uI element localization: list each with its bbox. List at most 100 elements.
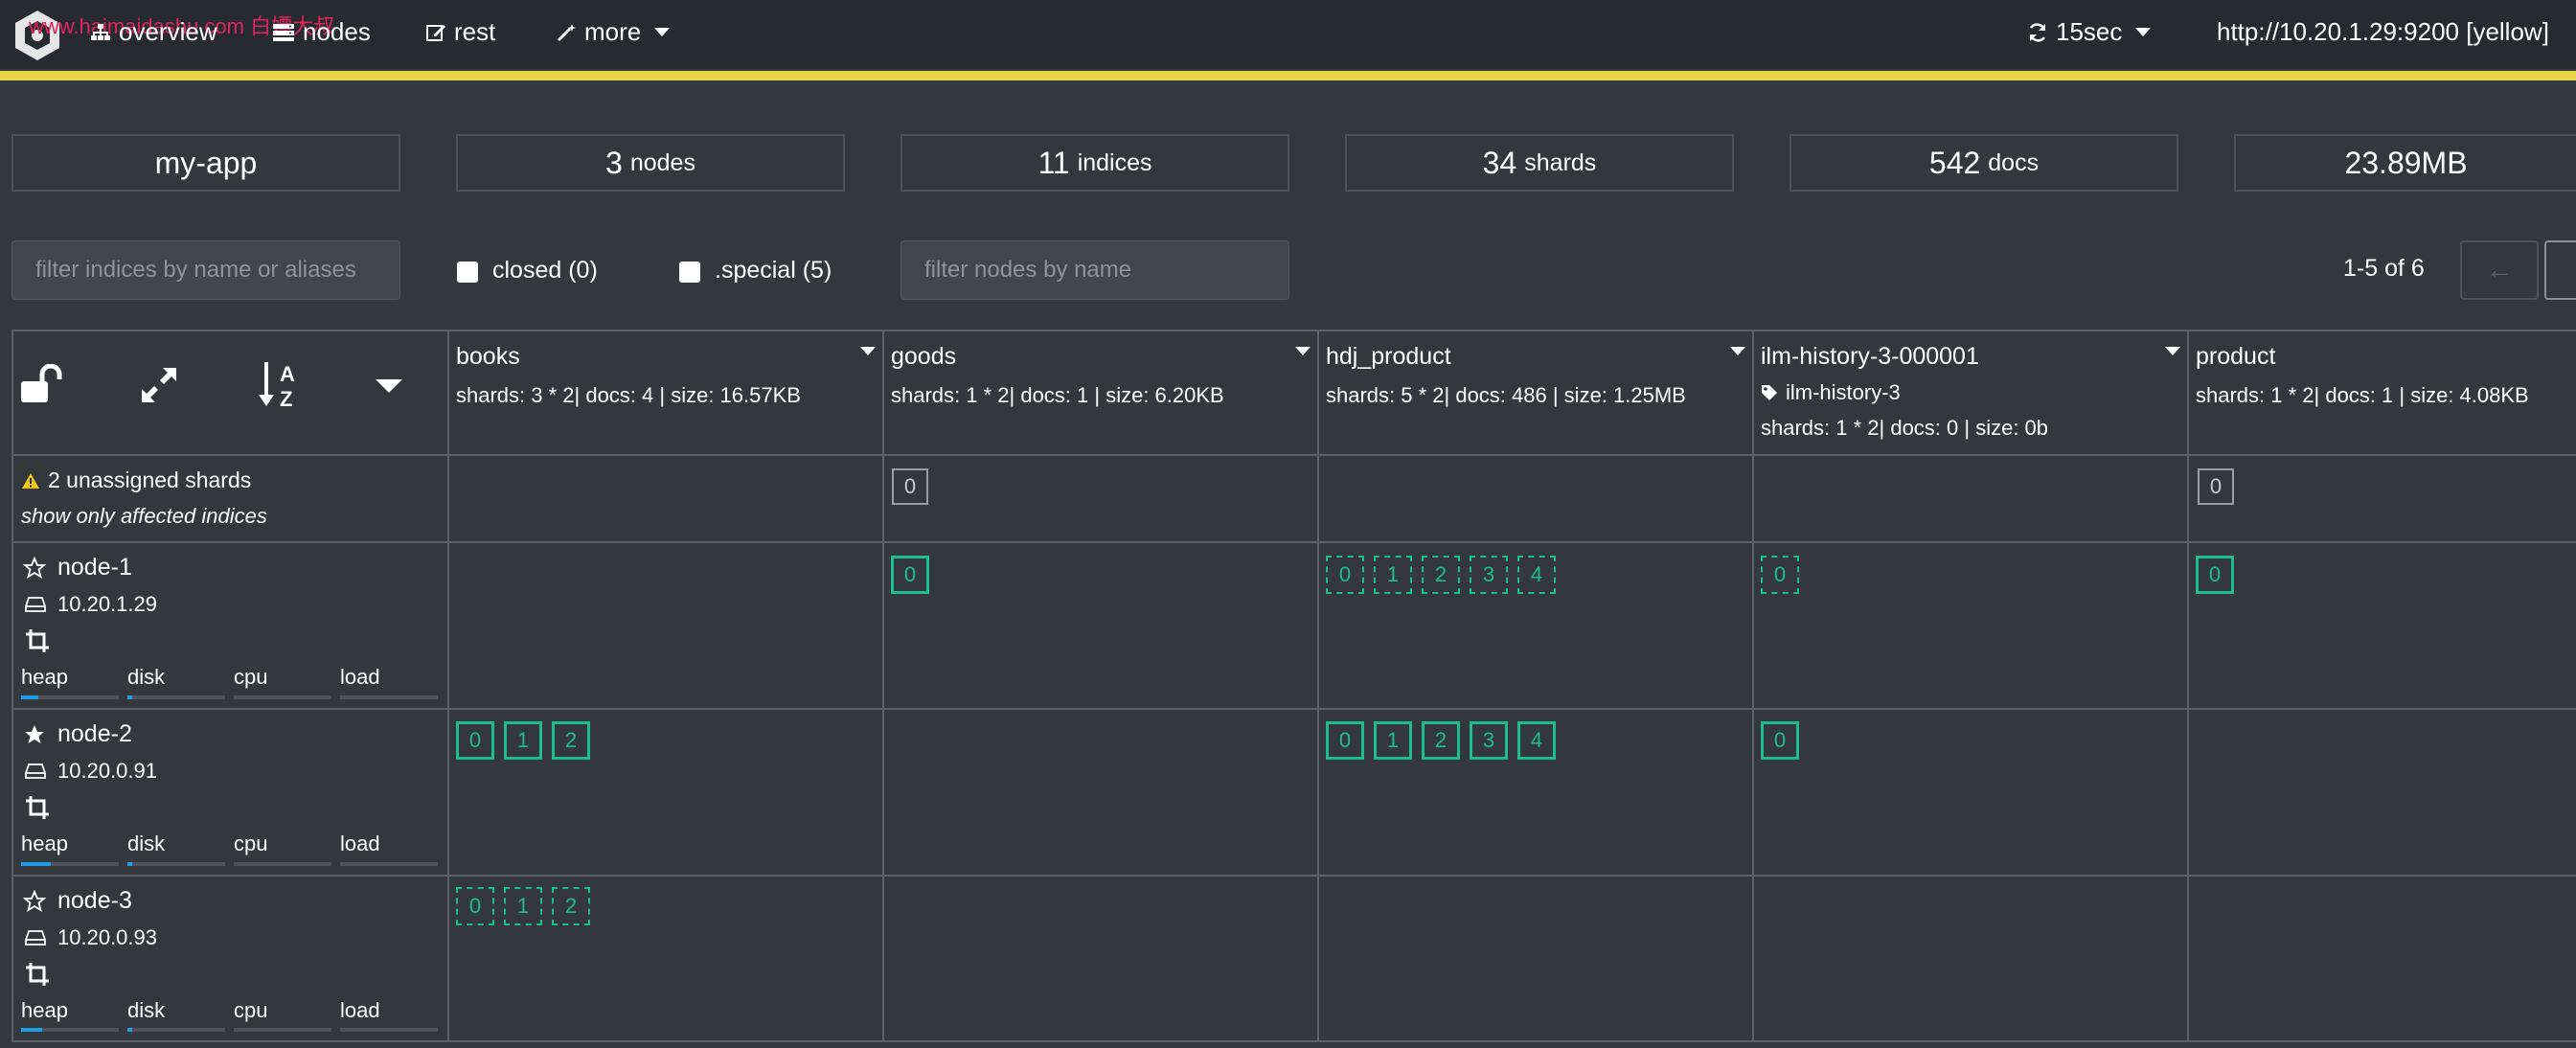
shard-replica[interactable]: 0 — [1761, 556, 1799, 594]
node-1-name[interactable]: node-1 — [23, 554, 132, 581]
nav-overview-label: overview — [119, 17, 217, 46]
tag-icon — [1762, 385, 1777, 400]
crop-icon[interactable] — [25, 962, 50, 987]
filter-indices-input[interactable]: filter indices by name or aliases — [11, 240, 400, 300]
node-2-ip: 10.20.0.91 — [25, 759, 157, 784]
node-3-ip: 10.20.0.93 — [25, 925, 157, 950]
shard-replica[interactable]: 1 — [504, 887, 542, 925]
unassigned-shards-text: 2 unassigned shards — [48, 467, 252, 492]
closed-checkbox-label: closed (0) — [492, 257, 598, 284]
expand-icon[interactable] — [138, 364, 180, 406]
hdd-icon — [25, 930, 46, 945]
metric-heap-label: heap — [21, 665, 68, 689]
refresh-interval-dropdown[interactable]: 15sec — [2027, 17, 2152, 47]
star-filled-icon — [25, 724, 44, 743]
index-menu-goods-icon[interactable] — [1295, 347, 1311, 355]
grid-line — [11, 454, 2576, 456]
heap-bar — [21, 1028, 119, 1032]
load-bar — [340, 862, 438, 866]
metric-disk-label: disk — [127, 832, 166, 855]
grid-line — [2187, 331, 2189, 1042]
crop-icon[interactable] — [25, 795, 50, 820]
unlock-icon[interactable] — [19, 364, 69, 404]
grid-line — [1752, 331, 1754, 1042]
index-alias: ilm-history-3 — [1761, 380, 1901, 405]
nav-rest-label: rest — [454, 17, 496, 46]
shard-primary[interactable]: 2 — [1422, 721, 1460, 760]
index-menu-hdj-product-icon[interactable] — [1730, 347, 1745, 355]
shard-primary[interactable]: 1 — [1374, 721, 1412, 760]
index-name-books[interactable]: books — [456, 343, 520, 371]
load-bar — [340, 695, 438, 699]
shard-primary[interactable]: 3 — [1470, 721, 1508, 760]
nav-more[interactable]: more — [556, 17, 671, 47]
metric-cpu-label: cpu — [234, 832, 268, 855]
shard-replica[interactable]: 0 — [456, 887, 494, 925]
special-checkbox[interactable] — [679, 262, 700, 283]
shard-replica[interactable]: 1 — [1374, 556, 1412, 594]
shard-primary[interactable]: 4 — [1517, 721, 1556, 760]
special-checkbox-label: .special (5) — [715, 257, 832, 284]
shard-replica[interactable]: 0 — [1326, 556, 1364, 594]
shard-replica[interactable]: 4 — [1517, 556, 1556, 594]
edit-icon — [426, 24, 445, 41]
shard-primary[interactable]: 1 — [504, 721, 542, 760]
caret-down-icon[interactable] — [374, 377, 404, 395]
shard-primary[interactable]: 0 — [1761, 721, 1799, 760]
next-page-button[interactable] — [2544, 240, 2576, 300]
magic-wand-icon — [557, 23, 576, 41]
index-name-product[interactable]: product — [2196, 343, 2275, 371]
show-affected-indices-link[interactable]: show only affected indices — [21, 504, 267, 529]
node-2-name[interactable]: node-2 — [23, 720, 132, 748]
index-name-goods[interactable]: goods — [891, 343, 956, 371]
cluster-name-box: my-app — [11, 134, 400, 192]
nav-nodes[interactable]: nodes — [272, 17, 371, 47]
node-3-name[interactable]: node-3 — [23, 887, 132, 915]
cpu-bar — [234, 1028, 331, 1032]
node-ip-label: 10.20.0.93 — [57, 925, 157, 949]
refresh-icon — [2029, 23, 2046, 41]
metric-load-label: load — [340, 832, 380, 855]
svg-text:Z: Z — [280, 387, 292, 411]
shards-count-label: shards — [1524, 148, 1597, 176]
shard-primary[interactable]: 0 — [456, 721, 494, 760]
cpu-bar — [234, 862, 331, 866]
disk-bar-fill — [127, 862, 133, 866]
shards-count-box: 34 shards — [1345, 134, 1734, 192]
star-outline-icon — [23, 889, 46, 912]
shard-primary[interactable]: 0 — [2196, 556, 2234, 594]
shard-replica[interactable]: 2 — [552, 887, 590, 925]
closed-checkbox[interactable] — [457, 262, 478, 283]
shard-unassigned[interactable]: 0 — [892, 468, 928, 505]
load-bar — [340, 1028, 438, 1032]
index-menu-ilm-history-icon[interactable] — [2165, 347, 2180, 355]
shard-primary[interactable]: 0 — [891, 556, 929, 594]
index-menu-books-icon[interactable] — [860, 347, 876, 355]
nav-rest[interactable]: rest — [425, 17, 495, 47]
filter-nodes-input[interactable]: filter nodes by name — [900, 240, 1289, 300]
nav-more-label: more — [584, 17, 642, 46]
sort-alpha-icon[interactable]: A Z — [257, 358, 307, 412]
index-name-hdj-product[interactable]: hdj_product — [1326, 343, 1451, 371]
cluster-name: my-app — [154, 145, 258, 180]
index-stats-product: shards: 1 * 2| docs: 1 | size: 4.08KB — [2196, 383, 2529, 407]
cpu-bar — [234, 695, 331, 699]
index-stats-goods: shards: 1 * 2| docs: 1 | size: 6.20KB — [891, 383, 1224, 407]
shard-primary[interactable]: 2 — [552, 721, 590, 760]
shard-unassigned[interactable]: 0 — [2198, 468, 2234, 505]
shard-replica[interactable]: 3 — [1470, 556, 1508, 594]
crop-icon[interactable] — [25, 628, 50, 653]
cluster-url[interactable]: http://10.20.1.29:9200 [yellow] — [2217, 17, 2549, 47]
nav-overview[interactable]: overview — [90, 17, 217, 47]
prev-page-button[interactable]: ← — [2460, 240, 2539, 300]
shard-primary[interactable]: 0 — [1326, 721, 1364, 760]
indices-count-box: 11 indices — [900, 134, 1289, 192]
pagination-info: 1-5 of 6 — [2343, 255, 2425, 282]
index-stats-books: shards: 3 * 2| docs: 4 | size: 16.57KB — [456, 383, 801, 407]
chevron-down-icon — [654, 28, 671, 36]
unassigned-shards-warning: 2 unassigned shards — [21, 467, 251, 493]
shard-replica[interactable]: 2 — [1422, 556, 1460, 594]
index-name-ilm-history[interactable]: ilm-history-3-000001 — [1761, 343, 1979, 371]
nodes-count-box: 3 nodes — [456, 134, 845, 192]
nav-nodes-label: nodes — [303, 17, 371, 46]
